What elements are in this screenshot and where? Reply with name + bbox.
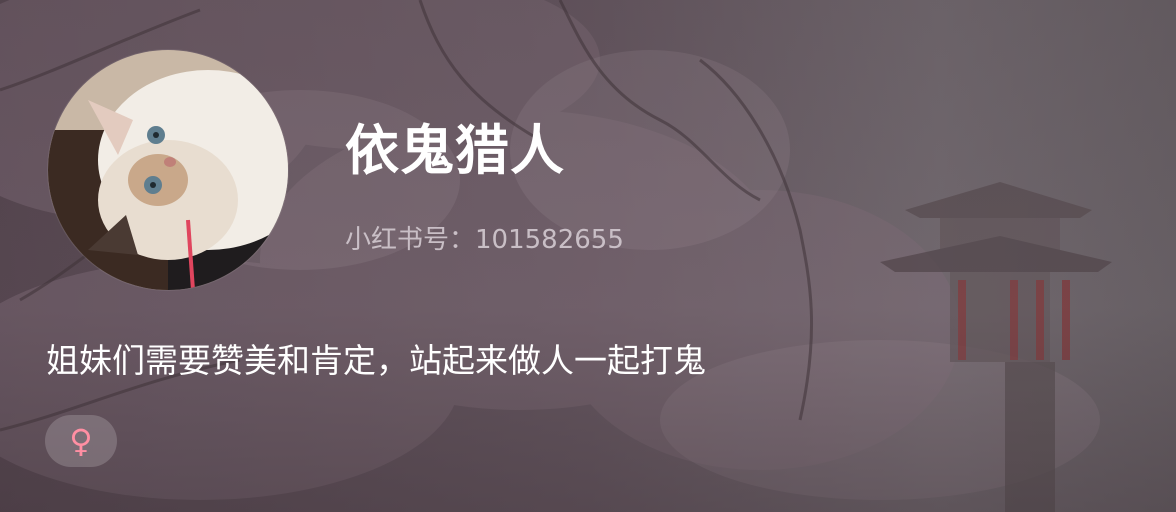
profile-header: 依鬼猎人 小红书号：101582655 姐妹们需要赞美和肯定，站起来做人一起打鬼… (0, 0, 1176, 512)
gender-badge: ♀ (45, 415, 117, 467)
user-id[interactable]: 小红书号：101582655 (345, 222, 624, 258)
avatar[interactable] (48, 50, 288, 290)
bio-text: 姐妹们需要赞美和肯定，站起来做人一起打鬼 (46, 341, 706, 380)
nickname: 依鬼猎人 (345, 119, 565, 182)
female-icon: ♀ (69, 422, 93, 460)
